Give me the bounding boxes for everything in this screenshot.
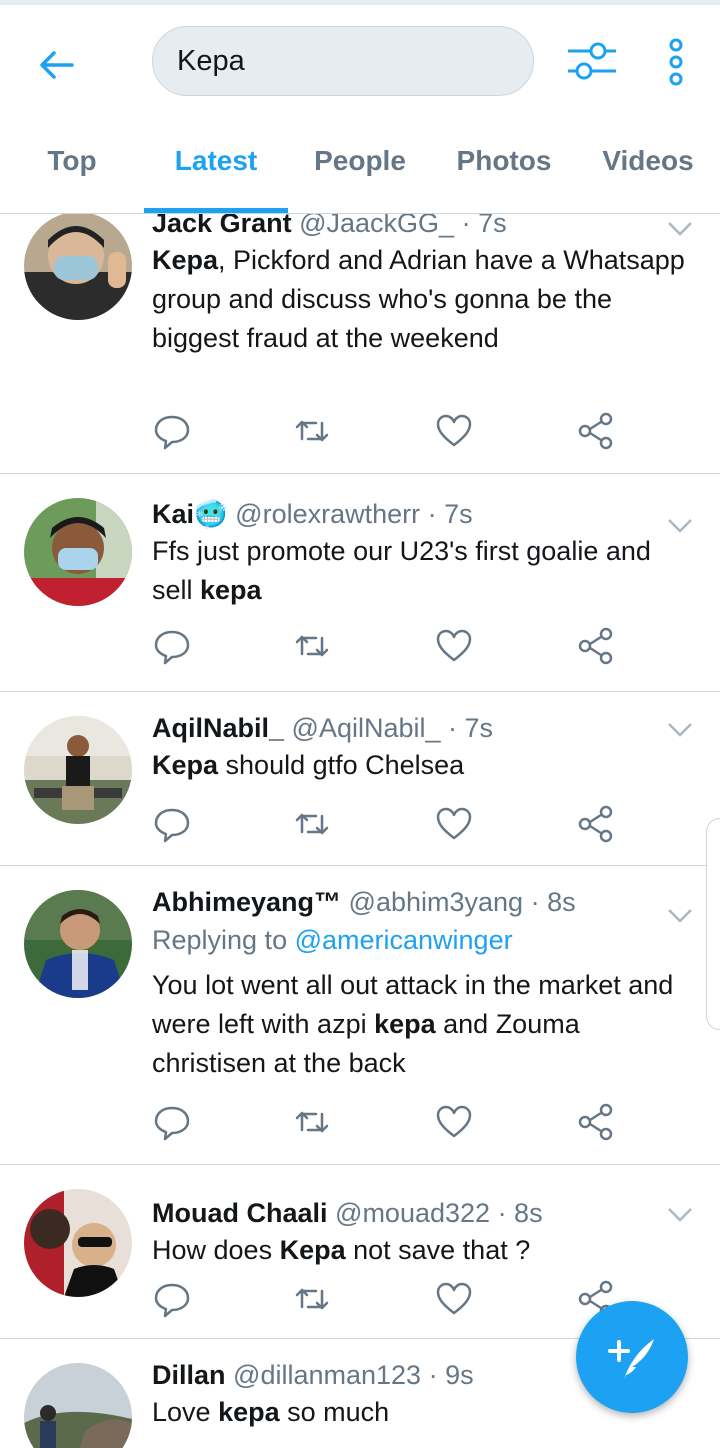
display-name[interactable]: Abhimeyang™	[152, 887, 341, 917]
user-handle[interactable]: @abhim3yang	[349, 887, 524, 917]
tweet-actions	[152, 1279, 632, 1319]
avatar[interactable]	[24, 498, 132, 606]
chevron-down-icon[interactable]	[666, 516, 694, 536]
avatar[interactable]	[24, 890, 132, 998]
tweet-time: · 7s	[427, 499, 473, 529]
tweet-time: · 7s	[448, 713, 494, 743]
like-icon[interactable]	[434, 411, 474, 451]
tweet-time: · 7s	[461, 213, 507, 238]
tweet-actions	[152, 626, 632, 666]
tweet-text: Kepa should gtfo Chelsea	[152, 750, 465, 780]
display-name[interactable]: Mouad Chaali	[152, 1198, 328, 1228]
tweet-text: Ffs just promote our U23's first goalie …	[152, 536, 651, 605]
tweet-header: Kai🥶 @rolexrawtherr · 7s	[152, 496, 692, 532]
back-arrow-icon[interactable]	[36, 45, 76, 85]
retweet-icon[interactable]	[292, 1102, 332, 1142]
like-icon[interactable]	[434, 1279, 474, 1319]
avatar[interactable]	[24, 1363, 132, 1448]
share-icon[interactable]	[576, 1102, 616, 1142]
tab-videos[interactable]: Videos	[576, 145, 720, 177]
retweet-icon[interactable]	[292, 411, 332, 451]
tweet-header: Abhimeyang™ @abhim3yang · 8s	[152, 884, 692, 920]
share-icon[interactable]	[576, 804, 616, 844]
share-icon[interactable]	[576, 411, 616, 451]
chevron-down-icon[interactable]	[666, 1205, 694, 1225]
compose-tweet-button[interactable]	[576, 1301, 688, 1413]
avatar[interactable]	[24, 1189, 132, 1297]
name-emoji: 🥶	[194, 499, 228, 529]
replying-to: Replying to @americanwinger	[152, 925, 513, 955]
app-header: Kepa Top Latest People Photos Videos	[0, 5, 720, 214]
tweet-actions	[152, 804, 632, 844]
user-handle[interactable]: @JaackGG_	[299, 213, 454, 238]
like-icon[interactable]	[434, 1102, 474, 1142]
search-tabs: Top Latest People Photos Videos	[0, 135, 720, 214]
share-icon[interactable]	[576, 626, 616, 666]
display-name[interactable]: AqilNabil_	[152, 713, 284, 743]
active-tab-indicator	[144, 208, 288, 213]
tweet[interactable]: Kai🥶 @rolexrawtherr · 7s Ffs just promot…	[0, 474, 720, 692]
retweet-icon[interactable]	[292, 804, 332, 844]
tweet-text: You lot went all out attack in the marke…	[152, 970, 674, 1078]
retweet-icon[interactable]	[292, 626, 332, 666]
tweet-header: AqilNabil_ @AqilNabil_ · 7s	[152, 710, 692, 746]
tweet-actions	[152, 411, 632, 451]
tweet-actions	[152, 1102, 632, 1142]
reply-icon[interactable]	[152, 1102, 192, 1142]
avatar[interactable]	[24, 716, 132, 824]
tweet[interactable]: Abhimeyang™ @abhim3yang · 8s Replying to…	[0, 866, 720, 1165]
search-filter-icon[interactable]	[566, 41, 618, 81]
tweet-time: · 9s	[428, 1360, 474, 1390]
tweet-time: · 8s	[497, 1198, 543, 1228]
user-handle[interactable]: @dillanman123	[233, 1360, 421, 1390]
tab-people[interactable]: People	[288, 145, 432, 177]
like-icon[interactable]	[434, 626, 474, 666]
tweet-header: Jack Grant @JaackGG_ · 7s	[152, 213, 692, 241]
reply-icon[interactable]	[152, 804, 192, 844]
tab-latest[interactable]: Latest	[144, 145, 288, 177]
tweet-text: How does Kepa not save that ?	[152, 1235, 531, 1265]
user-handle[interactable]: @rolexrawtherr	[235, 499, 420, 529]
scroll-handle[interactable]	[706, 818, 720, 1030]
search-input[interactable]: Kepa	[152, 26, 534, 96]
avatar[interactable]	[24, 213, 132, 320]
tweet[interactable]: AqilNabil_ @AqilNabil_ · 7s Kepa should …	[0, 692, 720, 866]
tweet-text: Kepa, Pickford and Adrian have a Whatsap…	[152, 245, 685, 353]
tweet-header: Mouad Chaali @mouad322 · 8s	[152, 1195, 692, 1231]
mention-link[interactable]: @americanwinger	[295, 925, 513, 955]
tweet-time: · 8s	[530, 887, 576, 917]
tab-photos[interactable]: Photos	[432, 145, 576, 177]
chevron-down-icon[interactable]	[666, 219, 694, 239]
tweet[interactable]: Jack Grant @JaackGG_ · 7s Kepa, Pickford…	[0, 213, 720, 474]
chevron-down-icon[interactable]	[666, 720, 694, 740]
user-handle[interactable]: @AqilNabil_	[292, 713, 441, 743]
reply-icon[interactable]	[152, 1279, 192, 1319]
tab-top[interactable]: Top	[0, 145, 144, 177]
retweet-icon[interactable]	[292, 1279, 332, 1319]
reply-icon[interactable]	[152, 411, 192, 451]
tweet-feed[interactable]: Jack Grant @JaackGG_ · 7s Kepa, Pickford…	[0, 213, 720, 1448]
more-options-icon[interactable]	[664, 37, 688, 87]
user-handle[interactable]: @mouad322	[335, 1198, 490, 1228]
chevron-down-icon[interactable]	[666, 906, 694, 926]
display-name[interactable]: Kai	[152, 499, 194, 529]
compose-tweet-icon	[608, 1339, 654, 1379]
display-name[interactable]: Dillan	[152, 1360, 226, 1390]
reply-icon[interactable]	[152, 626, 192, 666]
like-icon[interactable]	[434, 804, 474, 844]
display-name[interactable]: Jack Grant	[152, 213, 292, 238]
